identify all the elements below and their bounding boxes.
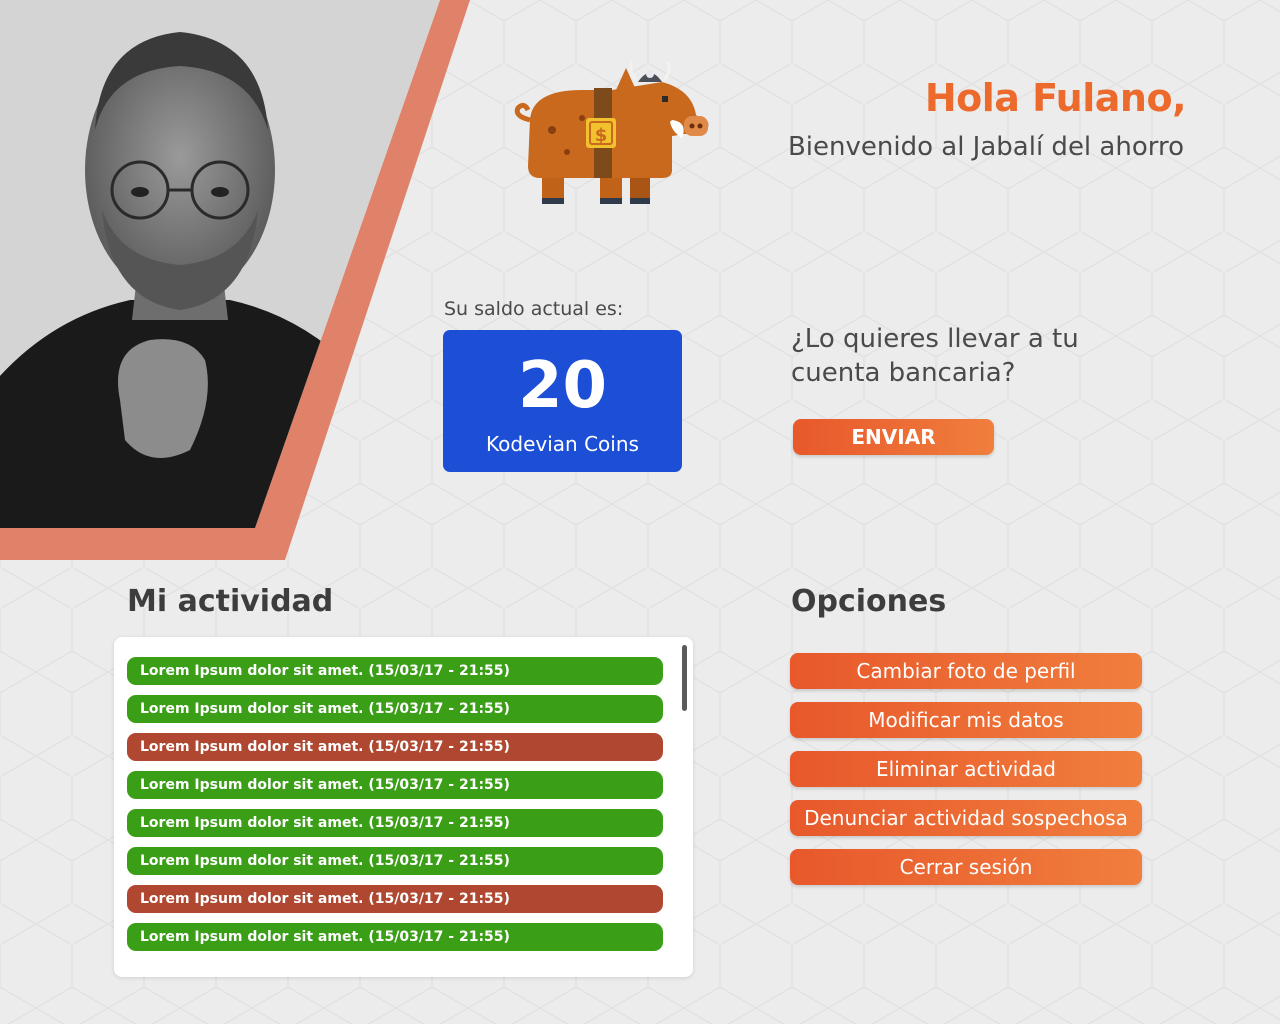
activity-scrollbar[interactable] xyxy=(682,645,687,711)
edit-my-data-button[interactable]: Modificar mis datos xyxy=(790,702,1142,738)
svg-text:$: $ xyxy=(595,125,608,146)
activity-item[interactable]: Lorem Ipsum dolor sit amet. (15/03/17 - … xyxy=(127,695,663,723)
boar-mascot-icon: $ xyxy=(512,60,712,210)
logout-button[interactable]: Cerrar sesión xyxy=(790,849,1142,885)
send-button[interactable]: ENVIAR xyxy=(793,419,994,455)
activity-list: Lorem Ipsum dolor sit amet. (15/03/17 - … xyxy=(127,657,663,961)
activity-item[interactable]: Lorem Ipsum dolor sit amet. (15/03/17 - … xyxy=(127,809,663,837)
activity-item[interactable]: Lorem Ipsum dolor sit amet. (15/03/17 - … xyxy=(127,733,663,761)
activity-title: Mi actividad xyxy=(127,584,334,619)
activity-item[interactable]: Lorem Ipsum dolor sit amet. (15/03/17 - … xyxy=(127,657,663,685)
profile-photo[interactable] xyxy=(0,0,470,560)
options-title: Opciones xyxy=(791,584,947,619)
activity-item[interactable]: Lorem Ipsum dolor sit amet. (15/03/17 - … xyxy=(127,885,663,913)
balance-card: 20 Kodevian Coins xyxy=(443,330,682,472)
profile-photo-panel xyxy=(0,0,470,560)
activity-panel[interactable]: Lorem Ipsum dolor sit amet. (15/03/17 - … xyxy=(114,637,693,977)
greeting-subtitle: Bienvenido al Jabalí del ahorro xyxy=(787,132,1184,162)
report-suspicious-activity-button[interactable]: Denunciar actividad sospechosa xyxy=(790,800,1142,836)
balance-label: Su saldo actual es: xyxy=(444,298,624,320)
greeting-title: Hola Fulano, xyxy=(924,76,1187,120)
balance-amount: 20 xyxy=(517,349,608,423)
activity-item[interactable]: Lorem Ipsum dolor sit amet. (15/03/17 - … xyxy=(127,771,663,799)
activity-item[interactable]: Lorem Ipsum dolor sit amet. (15/03/17 - … xyxy=(127,847,663,875)
change-profile-photo-button[interactable]: Cambiar foto de perfil xyxy=(790,653,1142,689)
activity-item[interactable]: Lorem Ipsum dolor sit amet. (15/03/17 - … xyxy=(127,923,663,951)
balance-unit: Kodevian Coins xyxy=(486,432,639,456)
options-list: Cambiar foto de perfil Modificar mis dat… xyxy=(790,653,1142,898)
delete-activity-button[interactable]: Eliminar actividad xyxy=(790,751,1142,787)
transfer-question: ¿Lo quieres llevar a tu cuenta bancaria? xyxy=(791,324,1079,388)
